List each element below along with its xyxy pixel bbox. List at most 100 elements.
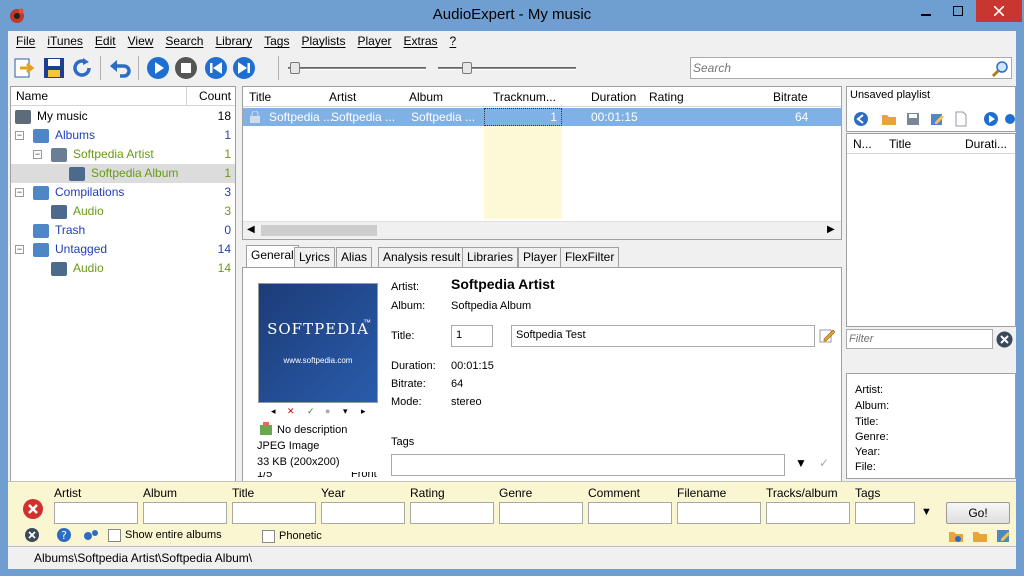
tags-field[interactable] xyxy=(391,454,785,476)
tree-item-untagged[interactable]: − Untagged 14 xyxy=(11,240,235,259)
position-slider-knob[interactable] xyxy=(290,62,300,74)
previous-icon[interactable] xyxy=(204,56,228,80)
menu-search[interactable]: Search xyxy=(159,34,209,48)
scroll-left-icon[interactable]: ◀ xyxy=(247,224,255,235)
accept-cover-icon[interactable]: ✓ xyxy=(307,406,315,417)
rating-search-field[interactable] xyxy=(410,502,494,524)
comment-search-field[interactable] xyxy=(588,502,672,524)
phonetic-checkbox[interactable] xyxy=(262,530,275,543)
playlist-column-duration[interactable]: Durati... xyxy=(965,137,1007,151)
tree-item-trash[interactable]: Trash 0 xyxy=(11,221,235,240)
minimize-button[interactable] xyxy=(910,0,942,22)
open-folder-icon[interactable] xyxy=(881,111,897,127)
horizontal-scrollbar[interactable]: ◀ ▶ xyxy=(243,221,841,239)
playlist-column-title[interactable]: Title xyxy=(889,137,911,151)
column-album[interactable]: Album xyxy=(409,90,443,104)
settings-icon[interactable] xyxy=(82,527,100,543)
tags-dropdown-icon[interactable]: ▼ xyxy=(795,456,807,470)
tags-apply-icon[interactable]: ✓ xyxy=(819,456,829,470)
dropdown-icon[interactable]: ▾ xyxy=(343,406,348,417)
play-icon[interactable] xyxy=(146,56,170,80)
filter-input[interactable] xyxy=(849,331,989,347)
cell-tracknum[interactable]: 1 xyxy=(484,108,562,126)
tree-item-albums[interactable]: − Albums 1 xyxy=(11,126,235,145)
tree-item-compilations-audio[interactable]: Audio 3 xyxy=(11,202,235,221)
edit-search-icon[interactable] xyxy=(996,528,1012,544)
menu-extras[interactable]: Extras xyxy=(398,34,444,48)
search-input[interactable] xyxy=(693,59,983,77)
album-search-field[interactable] xyxy=(143,502,227,524)
column-title[interactable]: Title xyxy=(249,90,271,104)
collapse-icon[interactable]: − xyxy=(15,188,24,197)
close-search-icon[interactable] xyxy=(22,498,44,520)
tree-item-compilations[interactable]: − Compilations 3 xyxy=(11,183,235,202)
show-entire-albums-checkbox[interactable] xyxy=(108,529,121,542)
menu-itunes[interactable]: iTunes xyxy=(41,34,89,48)
back-icon[interactable] xyxy=(853,111,869,127)
import-icon[interactable] xyxy=(12,56,36,80)
menu-help[interactable]: ? xyxy=(444,34,463,48)
save-playlist-icon[interactable] xyxy=(905,111,921,127)
column-tracknum[interactable]: Tracknum... xyxy=(493,90,556,104)
next-icon[interactable] xyxy=(232,56,256,80)
more-icon[interactable] xyxy=(1005,111,1015,127)
tree-item-softpedia-artist[interactable]: − Softpedia Artist 1 xyxy=(11,145,235,164)
filename-search-field[interactable] xyxy=(677,502,761,524)
column-rating[interactable]: Rating xyxy=(649,90,684,104)
tree-header-count[interactable]: Count xyxy=(187,87,235,106)
tab-general[interactable]: General xyxy=(246,245,299,267)
close-button[interactable] xyxy=(976,0,1022,22)
genre-search-field[interactable] xyxy=(499,502,583,524)
title-search-field[interactable] xyxy=(232,502,316,524)
dot-icon[interactable]: ● xyxy=(325,406,330,416)
menu-edit[interactable]: Edit xyxy=(89,34,122,48)
scroll-thumb[interactable] xyxy=(261,225,377,236)
column-bitrate[interactable]: Bitrate xyxy=(773,90,808,104)
menu-library[interactable]: Library xyxy=(209,34,258,48)
playlist-column-number[interactable]: N... xyxy=(853,137,872,151)
play-playlist-icon[interactable] xyxy=(983,111,999,127)
track-number-field[interactable]: 1 xyxy=(451,325,493,347)
open-search-icon[interactable] xyxy=(948,528,964,544)
year-search-field[interactable] xyxy=(321,502,405,524)
tree-item-softpedia-album[interactable]: Softpedia Album 1 xyxy=(11,164,235,183)
search-icon[interactable] xyxy=(991,60,1009,78)
position-slider[interactable] xyxy=(288,67,426,70)
title-field[interactable]: Softpedia Test xyxy=(511,325,815,347)
refresh-icon[interactable] xyxy=(70,56,94,80)
tracks-album-search-field[interactable] xyxy=(766,502,850,524)
next-cover-icon[interactable]: ▸ xyxy=(361,406,366,417)
prev-cover-icon[interactable]: ◂ xyxy=(271,406,276,417)
new-playlist-icon[interactable] xyxy=(953,111,969,127)
help-icon[interactable]: ? xyxy=(56,527,72,543)
menu-file[interactable]: File xyxy=(10,34,41,48)
edit-icon[interactable] xyxy=(819,327,835,343)
tab-alias[interactable]: Alias xyxy=(336,247,373,267)
go-button[interactable]: Go! xyxy=(946,502,1010,524)
collapse-icon[interactable]: − xyxy=(15,131,24,140)
tab-analysis-result[interactable]: Analysis result xyxy=(378,247,466,267)
undo-icon[interactable] xyxy=(108,56,132,80)
edit-playlist-icon[interactable] xyxy=(929,111,945,127)
tree-item-my-music[interactable]: My music 18 xyxy=(11,107,235,126)
tags-search-field[interactable] xyxy=(855,502,915,524)
collapse-icon[interactable]: − xyxy=(15,245,24,254)
folder-search-icon[interactable] xyxy=(972,528,988,544)
tab-lyrics[interactable]: Lyrics xyxy=(294,247,335,267)
tab-flexfilter[interactable]: FlexFilter xyxy=(560,247,620,267)
delete-cover-icon[interactable]: ✕ xyxy=(287,406,295,417)
menu-tags[interactable]: Tags xyxy=(258,34,295,48)
menu-view[interactable]: View xyxy=(122,34,160,48)
save-icon[interactable] xyxy=(42,56,66,80)
tree-item-untagged-audio[interactable]: Audio 14 xyxy=(11,259,235,278)
menu-playlists[interactable]: Playlists xyxy=(295,34,351,48)
column-duration[interactable]: Duration xyxy=(591,90,636,104)
tree-header-name[interactable]: Name xyxy=(11,87,187,106)
maximize-button[interactable] xyxy=(942,0,974,22)
column-artist[interactable]: Artist xyxy=(329,90,356,104)
collapse-icon[interactable]: − xyxy=(33,150,42,159)
tab-libraries[interactable]: Libraries xyxy=(462,247,519,267)
artist-search-field[interactable] xyxy=(54,502,138,524)
tab-player[interactable]: Player xyxy=(518,247,563,267)
clear-filter-icon[interactable] xyxy=(996,331,1013,348)
